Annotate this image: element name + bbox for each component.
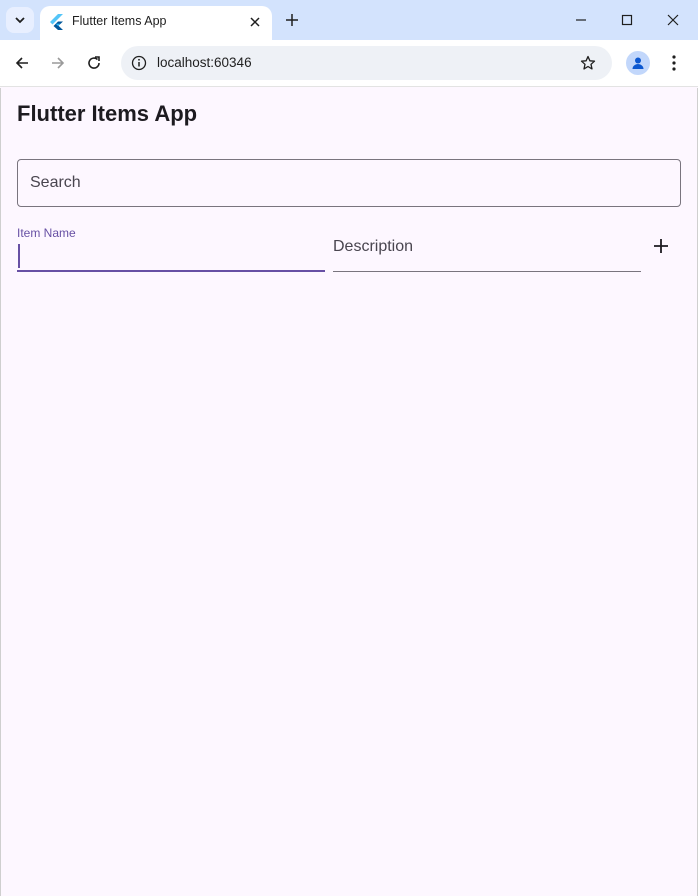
search-placeholder: Search xyxy=(30,174,81,191)
back-arrow-icon xyxy=(15,57,28,69)
profile-icon xyxy=(632,57,644,69)
close-window-button[interactable] xyxy=(663,10,683,30)
maximize-icon xyxy=(621,14,633,26)
chevron-down-icon xyxy=(15,17,25,24)
description-field[interactable]: Description xyxy=(333,222,641,272)
tab-search-button[interactable] xyxy=(6,7,34,33)
description-label: Description xyxy=(333,238,414,255)
minimize-button[interactable] xyxy=(571,10,591,30)
back-button[interactable] xyxy=(11,52,33,74)
flutter-logo-icon xyxy=(50,14,63,30)
star-icon xyxy=(580,55,596,70)
bookmark-button[interactable] xyxy=(578,53,598,73)
text-cursor xyxy=(18,244,20,268)
forward-arrow-icon xyxy=(52,57,65,69)
new-tab-button[interactable] xyxy=(282,10,302,30)
forward-button[interactable] xyxy=(47,52,69,74)
add-item-button[interactable] xyxy=(647,232,675,260)
browser-menu-button[interactable] xyxy=(664,52,684,74)
add-icon xyxy=(654,239,668,253)
browser-toolbar: localhost:60346 xyxy=(0,40,698,87)
site-info-icon xyxy=(131,55,147,71)
profile-button[interactable] xyxy=(626,51,650,75)
close-tab-button[interactable] xyxy=(246,13,264,31)
search-input[interactable]: Search xyxy=(17,159,681,207)
address-bar[interactable]: localhost:60346 xyxy=(121,46,612,80)
app-title: Flutter Items App xyxy=(17,101,198,126)
site-info-button[interactable] xyxy=(129,53,149,73)
reload-button[interactable] xyxy=(83,52,105,74)
url-text: localhost:60346 xyxy=(157,55,252,70)
app-viewport: Flutter Items App Search Item Name Descr… xyxy=(0,88,698,896)
reload-icon xyxy=(88,56,100,69)
browser-tab-active[interactable]: Flutter Items App xyxy=(40,6,272,40)
browser-tabstrip: Flutter Items App xyxy=(0,0,698,40)
close-icon xyxy=(250,17,260,27)
tab-title: Flutter Items App xyxy=(72,14,167,28)
maximize-button[interactable] xyxy=(617,10,637,30)
item-name-field[interactable]: Item Name xyxy=(17,222,325,272)
minimize-icon xyxy=(576,19,586,21)
item-name-label: Item Name xyxy=(17,226,76,240)
plus-icon xyxy=(286,14,298,26)
close-window-icon xyxy=(667,14,679,26)
kebab-menu-icon xyxy=(672,55,676,71)
